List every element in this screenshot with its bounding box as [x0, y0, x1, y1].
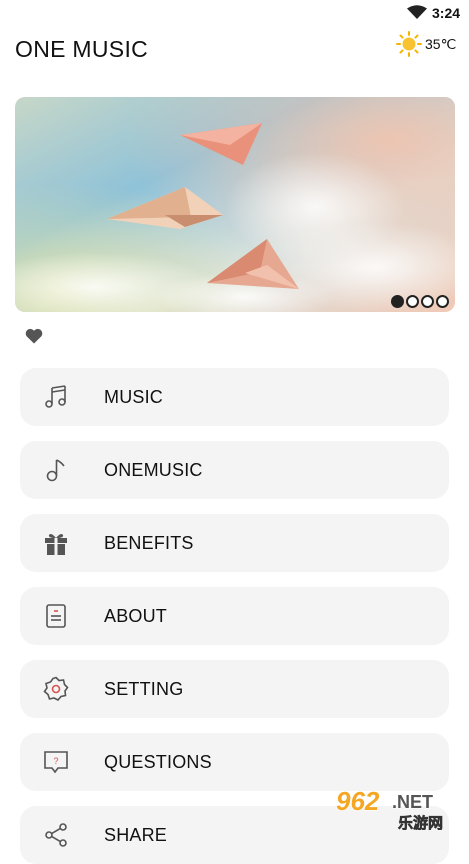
menu-item-questions[interactable]: ? QUESTIONS	[20, 733, 449, 791]
document-icon	[42, 602, 70, 630]
carousel-dot[interactable]	[436, 295, 449, 308]
menu-item-music[interactable]: MUSIC	[20, 368, 449, 426]
menu-item-label: MUSIC	[104, 386, 163, 407]
status-bar: 3:24	[0, 0, 469, 26]
temperature-text: 35℃	[425, 35, 457, 52]
music-note-icon	[42, 456, 70, 484]
banner-image	[15, 97, 455, 312]
music-notes-icon	[42, 383, 70, 411]
watermark-logo: 962 .NET 乐游网	[330, 785, 465, 832]
weather-widget[interactable]: 35℃	[396, 30, 456, 58]
carousel-dot[interactable]	[421, 295, 434, 308]
menu-item-about[interactable]: ABOUT	[20, 587, 449, 645]
heart-icon[interactable]	[25, 328, 43, 344]
app-title: ONE MUSIC	[15, 36, 149, 62]
menu-item-onemusic[interactable]: ONEMUSIC	[20, 441, 449, 499]
banner-carousel[interactable]	[15, 97, 455, 312]
status-time: 3:24	[432, 5, 461, 21]
menu-item-label: BENEFITS	[104, 532, 194, 553]
carousel-dot[interactable]	[406, 295, 419, 308]
menu-item-label: ONEMUSIC	[104, 459, 203, 480]
menu-item-label: SHARE	[104, 824, 168, 845]
sun-icon	[396, 31, 422, 57]
question-bubble-icon: ?	[42, 748, 70, 776]
svg-text:.NET: .NET	[392, 792, 433, 812]
menu-item-benefits[interactable]: BENEFITS	[20, 514, 449, 572]
menu-item-label: ABOUT	[104, 605, 168, 626]
gift-icon	[42, 529, 70, 557]
carousel-dot[interactable]	[391, 295, 404, 308]
share-icon	[42, 821, 70, 849]
menu-item-setting[interactable]: SETTING	[20, 660, 449, 718]
menu-item-label: SETTING	[104, 678, 184, 699]
gear-icon	[42, 675, 70, 703]
svg-text:962: 962	[336, 786, 380, 816]
wifi-icon	[407, 5, 427, 19]
svg-text:乐游网: 乐游网	[398, 814, 443, 830]
carousel-indicator	[391, 295, 449, 308]
menu-item-label: QUESTIONS	[104, 751, 212, 772]
svg-text:?: ?	[53, 756, 58, 766]
